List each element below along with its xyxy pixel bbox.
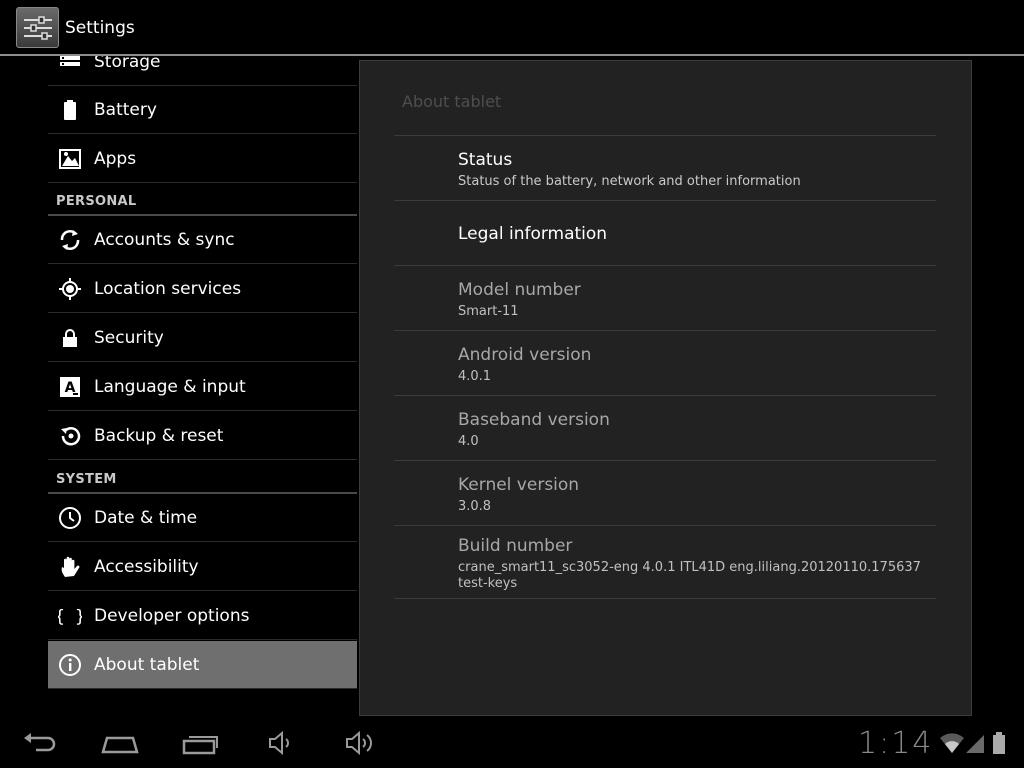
sidebar-item-language-input[interactable]: A Language & input [48,363,357,411]
status-title: Status [458,150,513,170]
clock-icon [58,506,82,530]
apps-icon [58,147,82,171]
volume-up-button[interactable] [344,730,376,760]
status-summary: Status of the battery, network and other… [458,174,801,189]
build-number-row[interactable]: Build number crane_smart11_sc3052-eng 4.… [394,525,936,598]
section-header-label: PERSONAL [56,194,137,209]
battery-status-icon [992,732,1006,758]
sidebar-item-label: About tablet [94,655,200,675]
settings-list[interactable]: Storage Battery Apps PERSONAL Accounts &… [48,56,357,690]
sidebar-item-label: Language & input [94,377,246,397]
sidebar-item-date-time[interactable]: Date & time [48,494,357,542]
android-version-title: Android version [458,345,592,365]
model-number-row: Model number Smart-11 [394,265,936,330]
android-version-value: 4.0.1 [458,369,492,384]
battery-icon [58,98,82,122]
legal-information-title: Legal information [458,224,608,244]
action-bar: Settings [0,0,1024,56]
settings-app-icon[interactable] [16,7,59,48]
model-number-title: Model number [458,280,581,300]
home-button[interactable] [101,730,139,760]
braces-icon: { } [58,604,82,628]
build-number-value: crane_smart11_sc3052-eng 4.0.1 ITL41D en… [458,560,921,575]
section-header-label: SYSTEM [56,472,117,487]
baseband-version-row: Baseband version 4.0 [394,395,936,460]
baseband-version-title: Baseband version [458,410,610,430]
sidebar-item-label: Storage [94,56,161,72]
sidebar-item-battery[interactable]: Battery [48,86,357,134]
status-clock[interactable]: 1:14 [858,726,933,761]
sidebar-item-label: Backup & reset [94,426,224,446]
lock-icon [58,326,82,350]
signal-icon [964,732,986,758]
system-bar: 1:14 [0,718,1024,768]
backup-icon [58,424,82,448]
section-header-system: SYSTEM [48,462,357,494]
sidebar-item-label: Battery [94,100,157,120]
sidebar-item-label: Apps [94,149,137,169]
sidebar-item-label: Accounts & sync [94,230,235,250]
info-icon [58,653,82,677]
android-version-row[interactable]: Android version 4.0.1 [394,330,936,395]
app-title: Settings [65,18,135,38]
storage-icon [58,56,82,74]
kernel-version-title: Kernel version [458,475,580,495]
build-number-value-line2: test-keys [458,576,518,591]
sidebar-item-label: Accessibility [94,557,199,577]
panel-title: About tablet [402,92,502,111]
model-number-value: Smart-11 [458,304,519,319]
svg-text:{ }: { } [58,607,82,627]
sidebar-item-developer-options[interactable]: { } Developer options [48,592,357,640]
status-row[interactable]: Status Status of the battery, network an… [394,135,936,200]
sync-icon [58,228,82,252]
sidebar-item-label: Developer options [94,606,250,626]
wifi-icon [939,732,965,758]
build-number-title: Build number [458,536,573,556]
sidebar-item-backup-reset[interactable]: Backup & reset [48,412,357,460]
baseband-version-value: 4.0 [458,434,479,449]
sidebar-item-apps[interactable]: Apps [48,135,357,183]
sidebar-item-label: Location services [94,279,242,299]
section-header-personal: PERSONAL [48,184,357,216]
hand-icon [58,555,82,579]
sidebar-item-storage[interactable]: Storage [48,56,357,86]
sidebar-item-accessibility[interactable]: Accessibility [48,543,357,591]
sidebar-item-label: Date & time [94,508,198,528]
back-button[interactable] [22,730,58,760]
sidebar-item-security[interactable]: Security [48,314,357,362]
location-icon [58,277,82,301]
legal-information-row[interactable]: Legal information [394,200,936,265]
kernel-version-value: 3.0.8 [458,499,492,514]
sidebar-item-about-tablet[interactable]: About tablet [48,641,357,689]
sidebar-item-location[interactable]: Location services [48,265,357,313]
list-bottom-divider [394,598,936,599]
recent-apps-button[interactable] [182,730,220,760]
volume-down-button[interactable] [267,730,293,760]
language-icon: A [58,375,82,399]
kernel-version-row: Kernel version 3.0.8 [394,460,936,525]
sidebar-item-accounts-sync[interactable]: Accounts & sync [48,216,357,264]
about-tablet-panel: About tablet Status Status of the batter… [359,60,972,716]
sidebar-item-label: Security [94,328,164,348]
